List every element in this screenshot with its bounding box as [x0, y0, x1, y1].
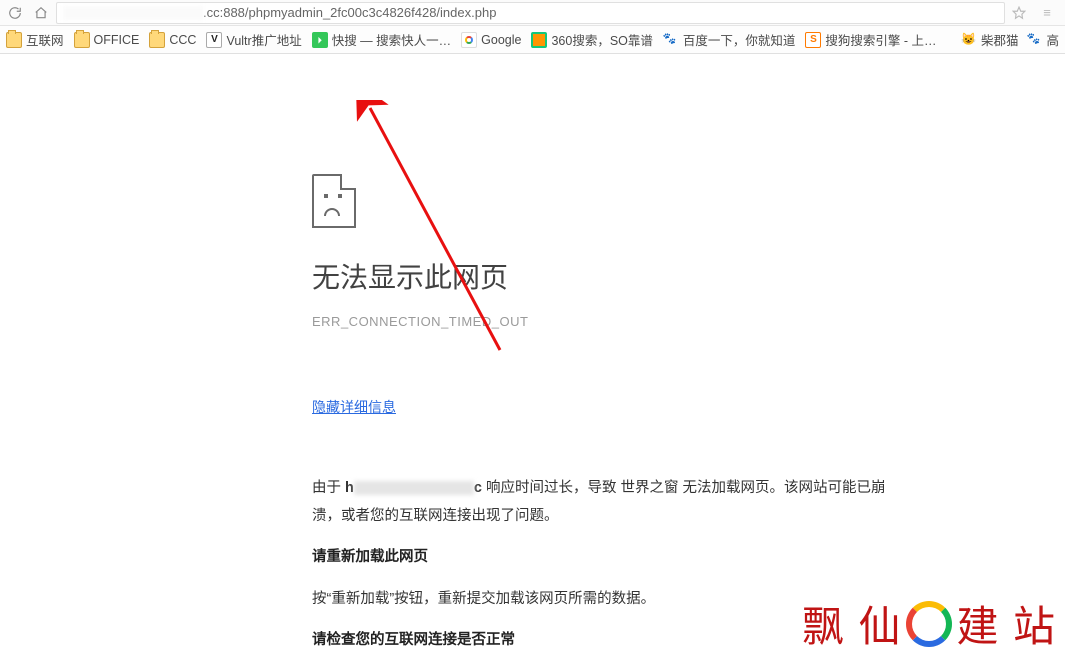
watermark-logo-icon: [906, 601, 952, 647]
bookmark-label: 高: [1046, 30, 1059, 49]
bookmark-label: 互联网: [26, 30, 64, 49]
bookmark-360[interactable]: 360搜索，SO靠谱: [531, 30, 652, 49]
vultr-icon: V: [206, 32, 222, 48]
bookmark-internet[interactable]: 互联网: [6, 30, 64, 49]
bookmark-kuaisou[interactable]: ⏵快搜 — 搜索快人一…: [312, 30, 451, 49]
home-button[interactable]: [30, 2, 52, 24]
bookmark-label: 百度一下，你就知道: [683, 30, 796, 49]
reload-button[interactable]: [4, 2, 26, 24]
bookmark-cat[interactable]: 😺柴郡猫: [961, 30, 1019, 49]
address-bar[interactable]: .cc:888/phpmyadmin_2fc00c3c4826f428/inde…: [56, 2, 1005, 24]
kuaisou-icon: ⏵: [312, 32, 328, 48]
bookmark-office[interactable]: OFFICE: [74, 32, 140, 48]
browser-menu-button[interactable]: ≡: [1033, 5, 1061, 20]
toggle-details-link[interactable]: 隐藏详细信息: [312, 397, 396, 417]
url-hidden-host: [63, 6, 203, 20]
error-code: ERR_CONNECTION_TIMED_OUT: [312, 314, 1065, 329]
bookmark-label: 柴郡猫: [981, 30, 1019, 49]
error-para-1: 由于 hc 响应时间过长，导致 世界之窗 无法加载网页。该网站可能已崩溃，或者您…: [312, 475, 912, 530]
error-sub1-title: 请重新加载此网页: [312, 544, 912, 572]
sogou-icon: S: [805, 32, 821, 48]
watermark: 飘 仙 建 站: [802, 593, 1057, 654]
sad-page-icon: [312, 174, 356, 228]
bookmark-overflow[interactable]: 🐾高: [1026, 30, 1059, 49]
page-content: 无法显示此网页 ERR_CONNECTION_TIMED_OUT 隐藏详细信息 …: [0, 54, 1065, 662]
bookmark-baidu[interactable]: 🐾百度一下，你就知道: [663, 30, 796, 49]
folder-icon: [149, 32, 165, 48]
google-icon: [461, 32, 477, 48]
bookmark-label: 搜狗搜索引擎 - 上…: [825, 30, 936, 49]
watermark-right: 建 站: [956, 593, 1057, 654]
bookmark-label: 360搜索，SO靠谱: [551, 30, 652, 49]
bookmark-vultr[interactable]: VVultr推广地址: [206, 30, 301, 49]
bookmark-google[interactable]: Google: [461, 32, 521, 48]
bookmark-label: CCC: [169, 33, 196, 47]
baidu-icon: 🐾: [1026, 32, 1042, 48]
so360-icon: [531, 32, 547, 48]
browser-toolbar: .cc:888/phpmyadmin_2fc00c3c4826f428/inde…: [0, 0, 1065, 26]
error-title: 无法显示此网页: [312, 256, 1065, 296]
bookmark-label: Vultr推广地址: [226, 30, 301, 49]
folder-icon: [74, 32, 90, 48]
url-visible: .cc:888/phpmyadmin_2fc00c3c4826f428/inde…: [203, 5, 496, 20]
bookmark-star-button[interactable]: [1005, 6, 1033, 20]
folder-icon: [6, 32, 22, 48]
bookmark-label: 快搜 — 搜索快人一…: [332, 30, 451, 49]
bookmark-label: Google: [481, 33, 521, 47]
cat-icon: 😺: [961, 32, 977, 48]
bookmarks-bar: 互联网 OFFICE CCC VVultr推广地址 ⏵快搜 — 搜索快人一… G…: [0, 26, 1065, 54]
bookmark-label: OFFICE: [94, 33, 140, 47]
baidu-icon: 🐾: [663, 32, 679, 48]
redacted-host: [354, 481, 474, 495]
bookmark-ccc[interactable]: CCC: [149, 32, 196, 48]
watermark-left: 飘 仙: [802, 593, 903, 654]
bookmark-sogou[interactable]: S搜狗搜索引擎 - 上…: [805, 30, 936, 49]
